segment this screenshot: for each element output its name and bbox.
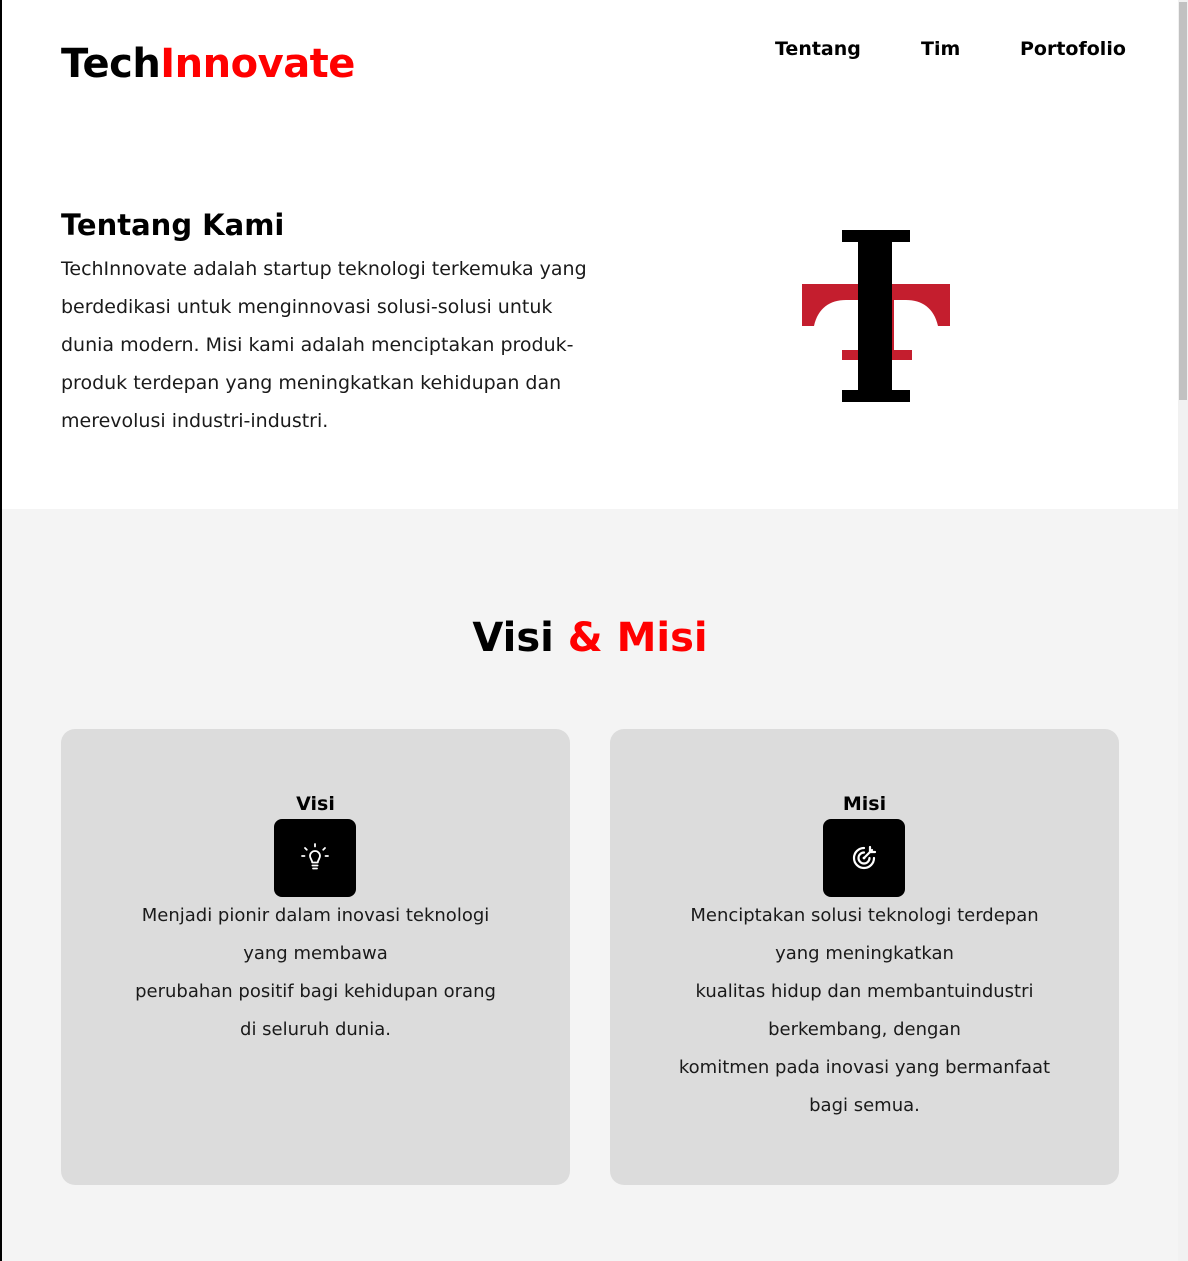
lightbulb-icon bbox=[274, 819, 356, 897]
nav-link-portofolio[interactable]: Portofolio bbox=[1020, 36, 1126, 62]
visi-card-text: Menjadi pionir dalam inovasi teknologi y… bbox=[101, 897, 530, 1049]
brand-mark-black-i bbox=[842, 230, 910, 402]
about-title: Tentang Kami bbox=[61, 208, 285, 242]
visi-card-title: Visi bbox=[296, 793, 335, 815]
visi-card: Visi Menjadi pionir dalam inovasi teknol… bbox=[61, 729, 570, 1185]
misi-card: Misi Menciptakan solusi teknologi terdep… bbox=[610, 729, 1119, 1185]
misi-text-line: komitmen pada inovasi yang bermanfaat bbox=[678, 1057, 1051, 1078]
visi-misi-title-part1: Visi bbox=[472, 615, 554, 661]
visi-text-line: perubahan positif bagi kehidupan orang bbox=[135, 981, 496, 1002]
misi-text-line: bagi semua. bbox=[809, 1095, 920, 1116]
visi-misi-title: Visi & Misi bbox=[2, 613, 1178, 663]
visi-text-line: Menjadi pionir dalam inovasi teknologi bbox=[141, 905, 490, 926]
logo[interactable]: TechInnovate bbox=[61, 40, 355, 88]
nav-link-tentang[interactable]: Tentang bbox=[775, 36, 861, 62]
misi-text-line: kualitas hidup dan membantuindustri bbox=[695, 981, 1034, 1002]
misi-text-line: Menciptakan solusi teknologi terdepan bbox=[690, 905, 1039, 926]
visi-misi-title-part2: & Misi bbox=[567, 615, 708, 661]
target-icon bbox=[823, 819, 905, 897]
vertical-scrollbar[interactable] bbox=[1178, 0, 1188, 1261]
nav-link-tim[interactable]: Tim bbox=[921, 36, 960, 62]
misi-text-line: yang meningkatkan bbox=[775, 943, 954, 964]
misi-card-title: Misi bbox=[842, 793, 887, 815]
misi-text-line: berkembang, dengan bbox=[768, 1019, 961, 1040]
page: TechInnovate Tentang Tim Portofolio Tent… bbox=[2, 0, 1178, 1261]
visi-text-line: di seluruh dunia. bbox=[240, 1019, 391, 1040]
brand-logo-mark bbox=[802, 230, 950, 402]
logo-text-innovate: Innovate bbox=[160, 41, 355, 87]
about-text: TechInnovate adalah startup teknologi te… bbox=[61, 258, 587, 432]
visi-text-line: yang membawa bbox=[243, 943, 388, 964]
logo-text-tech: Tech bbox=[61, 41, 161, 87]
scrollbar-thumb[interactable] bbox=[1179, 2, 1187, 400]
misi-card-text: Menciptakan solusi teknologi terdepan ya… bbox=[650, 897, 1079, 1125]
visi-misi-section: Visi & Misi Visi Menjadi pionir dalam in… bbox=[2, 509, 1178, 1261]
